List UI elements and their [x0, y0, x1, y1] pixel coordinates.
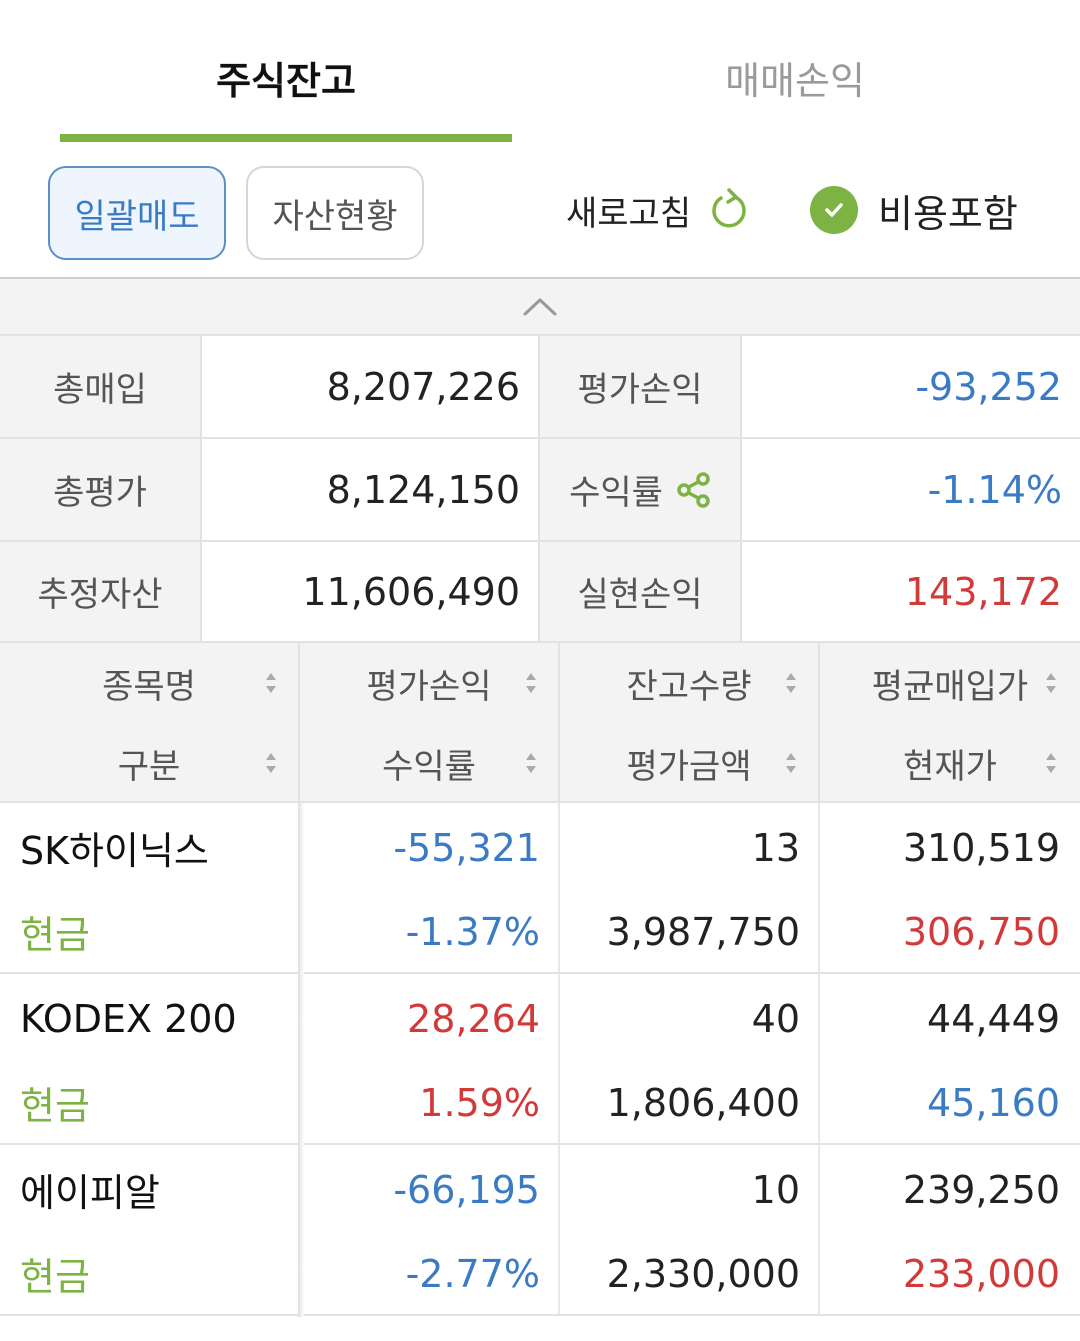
return-rate-cell: 1.59% — [419, 1080, 540, 1125]
eval-pl-cell: -66,195 — [393, 1167, 540, 1212]
sort-icon[interactable] — [524, 671, 538, 695]
include-fee-label: 비용포함 — [878, 191, 1018, 236]
total-purchase-label: 총매입 — [0, 336, 202, 437]
sort-icon[interactable] — [264, 671, 278, 695]
stock-category: 현금 — [20, 1084, 90, 1128]
share-icon[interactable] — [677, 471, 711, 508]
header-stock-name[interactable]: 종목명 — [0, 643, 298, 723]
summary-row: 총평가 8,124,150 수익률 -1.14% — [0, 437, 1080, 540]
quantity-cell: 40 — [751, 996, 800, 1041]
sort-icon[interactable] — [524, 751, 538, 775]
avg-price-cell: 44,449 — [927, 996, 1060, 1041]
stock-name[interactable]: KODEX 200 — [20, 976, 290, 1061]
eval-pl-label: 평가손익 — [540, 336, 742, 437]
active-tab-indicator — [60, 134, 512, 142]
refresh-button[interactable]: 새로고침 — [566, 186, 749, 234]
quantity-cell: 10 — [751, 1167, 800, 1212]
stock-category: 현금 — [20, 1255, 90, 1299]
total-purchase-value: 8,207,226 — [202, 336, 540, 437]
header-label: 평가금액 — [626, 746, 752, 787]
tab-bar: 주식잔고 매매손익 — [0, 0, 1080, 142]
current-price-cell: 45,160 — [927, 1080, 1060, 1125]
header-label: 종목명 — [102, 666, 196, 707]
toolbar: 일괄매도 자산현황 새로고침 비용포함 — [0, 142, 1080, 278]
quantity-cell: 13 — [751, 825, 800, 870]
table-row[interactable]: SK하이닉스 현금 -55,321 -1.37% 13 3,987,750 31… — [0, 803, 1080, 974]
eval-pl-cell: 28,264 — [407, 996, 540, 1041]
bulk-sell-button[interactable]: 일괄매도 — [48, 166, 226, 260]
header-eval-amount[interactable]: 평가금액 — [560, 723, 818, 803]
header-label: 잔고수량 — [626, 666, 752, 707]
current-price-cell: 233,000 — [902, 1251, 1060, 1296]
total-eval-label: 총평가 — [0, 439, 202, 540]
summary-row: 총매입 8,207,226 평가손익 -93,252 — [0, 334, 1080, 437]
eval-amount-cell: 2,330,000 — [606, 1251, 800, 1296]
refresh-icon — [712, 188, 746, 228]
asset-status-button[interactable]: 자산현황 — [246, 166, 424, 260]
tab-trading-pl[interactable]: 매매손익 — [560, 50, 1030, 105]
sort-icon[interactable] — [1044, 671, 1058, 695]
avg-price-cell: 239,250 — [902, 1167, 1060, 1212]
return-rate-cell: -2.77% — [405, 1251, 540, 1296]
table-row[interactable]: KODEX 200 현금 28,264 1.59% 40 1,806,400 4… — [0, 974, 1080, 1145]
header-label: 평균매입가 — [871, 666, 1029, 707]
eval-amount-cell: 3,987,750 — [606, 909, 800, 954]
return-rate-value: -1.14% — [742, 439, 1080, 540]
sort-icon[interactable] — [784, 751, 798, 775]
realized-pl-label: 실현손익 — [540, 542, 742, 641]
realized-pl-value: 143,172 — [742, 542, 1080, 641]
stock-category: 현금 — [20, 913, 90, 957]
header-avg-price[interactable]: 평균매입가 — [820, 643, 1080, 723]
tab-stock-balance[interactable]: 주식잔고 — [60, 50, 512, 105]
header-current-price[interactable]: 현재가 — [820, 723, 1080, 803]
header-label: 수익률 — [382, 746, 476, 787]
current-price-cell: 306,750 — [902, 909, 1060, 954]
summary-grid: 총매입 8,207,226 평가손익 -93,252 총평가 8,124,150… — [0, 334, 1080, 643]
return-rate-cell: 수익률 — [540, 439, 742, 540]
table-row[interactable]: 에이피알 현금 -66,195 -2.77% 10 2,330,000 239,… — [0, 1145, 1080, 1316]
eval-amount-cell: 1,806,400 — [606, 1080, 800, 1125]
eval-pl-cell: -55,321 — [393, 825, 540, 870]
stock-name[interactable]: 에이피알 — [20, 1147, 290, 1232]
summary-collapse-toggle[interactable] — [0, 279, 1080, 334]
header-return-rate[interactable]: 수익률 — [300, 723, 558, 803]
holdings-table-header: 종목명 구분 평가손익 수익률 잔고수량 평가금액 평균매입가 현재가 — [0, 643, 1080, 803]
total-eval-value: 8,124,150 — [202, 439, 540, 540]
return-rate-cell: -1.37% — [405, 909, 540, 954]
avg-price-cell: 310,519 — [902, 825, 1060, 870]
header-category[interactable]: 구분 — [0, 723, 298, 803]
sort-icon[interactable] — [264, 751, 278, 775]
return-rate-label: 수익률 — [569, 473, 663, 513]
eval-pl-value: -93,252 — [742, 336, 1080, 437]
header-label: 평가손익 — [366, 666, 492, 707]
est-assets-label: 추정자산 — [0, 542, 202, 641]
header-quantity[interactable]: 잔고수량 — [560, 643, 818, 723]
stock-name[interactable]: SK하이닉스 — [20, 805, 290, 890]
header-eval-pl[interactable]: 평가손익 — [300, 643, 558, 723]
header-label: 현재가 — [903, 746, 997, 787]
est-assets-value: 11,606,490 — [202, 542, 540, 641]
check-circle-icon — [810, 186, 858, 234]
holdings-table-body: SK하이닉스 현금 -55,321 -1.37% 13 3,987,750 31… — [0, 803, 1080, 1316]
sort-icon[interactable] — [1044, 751, 1058, 775]
chevron-up-icon — [523, 298, 557, 315]
sort-icon[interactable] — [784, 671, 798, 695]
refresh-label: 새로고침 — [566, 193, 692, 234]
include-fee-toggle[interactable]: 비용포함 — [810, 182, 1018, 238]
frozen-column-shadow — [298, 803, 304, 1317]
summary-row: 추정자산 11,606,490 실현손익 143,172 — [0, 540, 1080, 643]
header-label: 구분 — [117, 746, 181, 787]
